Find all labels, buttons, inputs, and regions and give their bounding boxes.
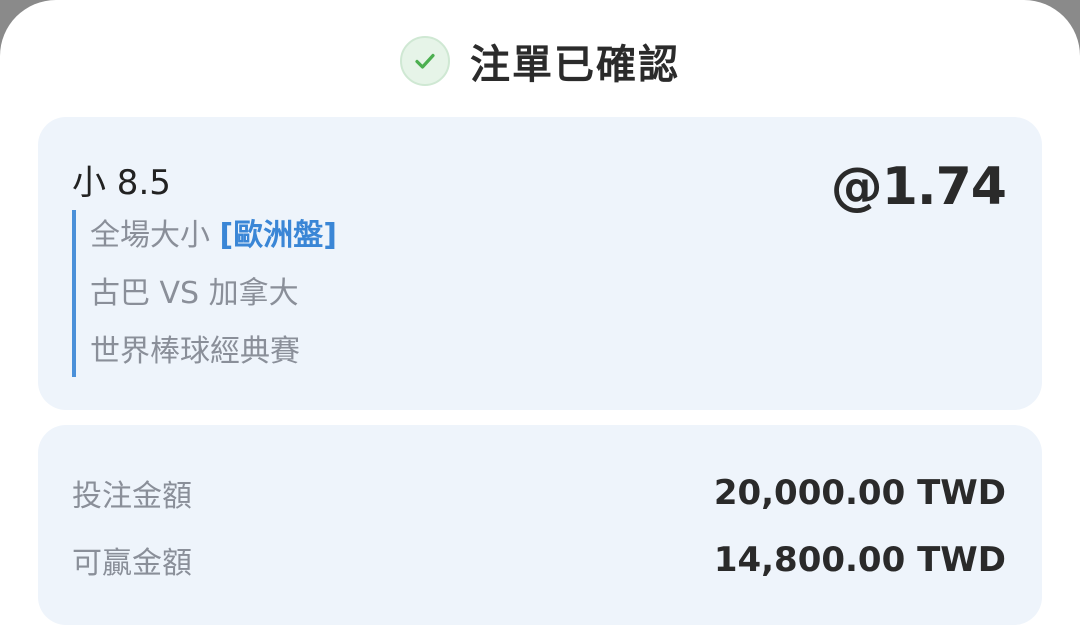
checkmark-icon <box>415 53 435 69</box>
market-tag: [歐洲盤] <box>219 218 337 253</box>
confirmation-header: 注單已確認 <box>0 26 1080 96</box>
match-name: 古巴 VS 加拿大 <box>90 276 299 311</box>
check-circle-icon <box>400 36 450 86</box>
bet-odds: @1.74 <box>830 157 1007 217</box>
stake-value: 20,000.00 TWD <box>713 473 1006 513</box>
market-line: 全場大小 [歐洲盤] <box>90 210 337 268</box>
league-name: 世界棒球經典賽 <box>90 334 300 369</box>
stake-row: 投注金額 20,000.00 TWD <box>72 468 1006 518</box>
bet-info-block: 全場大小 [歐洲盤] 古巴 VS 加拿大 世界棒球經典賽 <box>72 210 337 377</box>
win-label: 可贏金額 <box>72 546 192 581</box>
stake-label: 投注金額 <box>72 479 192 514</box>
win-row: 可贏金額 14,800.00 TWD <box>72 535 1006 585</box>
page-title: 注單已確認 <box>470 42 680 88</box>
bet-details-card: 小 8.5 @1.74 全場大小 [歐洲盤] 古巴 VS 加拿大 世界棒球經典賽 <box>38 117 1042 410</box>
confirmation-sheet: 注單已確認 小 8.5 @1.74 全場大小 [歐洲盤] 古巴 VS 加拿大 世… <box>0 0 1080 640</box>
amount-card: 投注金額 20,000.00 TWD 可贏金額 14,800.00 TWD <box>38 425 1042 625</box>
bet-selection: 小 8.5 <box>72 163 171 203</box>
win-value: 14,800.00 TWD <box>713 540 1006 580</box>
market-name: 全場大小 <box>90 218 210 253</box>
